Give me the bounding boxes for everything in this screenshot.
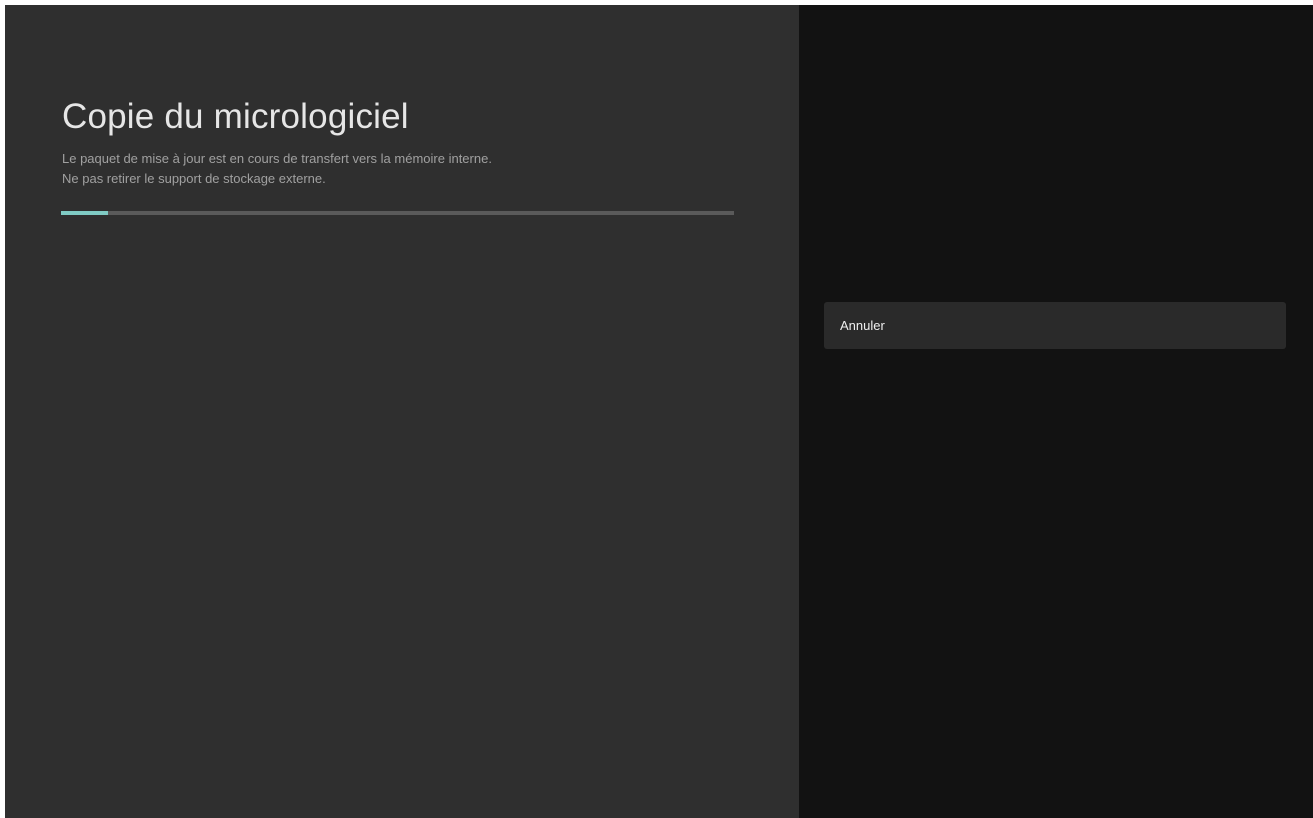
- cancel-button-label: Annuler: [840, 318, 885, 333]
- description-line-2: Ne pas retirer le support de stockage ex…: [62, 171, 326, 186]
- page-title: Copie du micrologiciel: [62, 97, 409, 136]
- guidance-pane: Copie du micrologiciel Le paquet de mise…: [5, 5, 799, 818]
- cancel-button[interactable]: Annuler: [824, 302, 1286, 349]
- progress-bar-fill: [61, 211, 109, 215]
- actions-pane: Annuler: [799, 5, 1313, 818]
- firmware-copy-screen: Copie du micrologiciel Le paquet de mise…: [5, 5, 1313, 818]
- progress-bar: [61, 211, 734, 215]
- description-line-1: Le paquet de mise à jour est en cours de…: [62, 151, 492, 166]
